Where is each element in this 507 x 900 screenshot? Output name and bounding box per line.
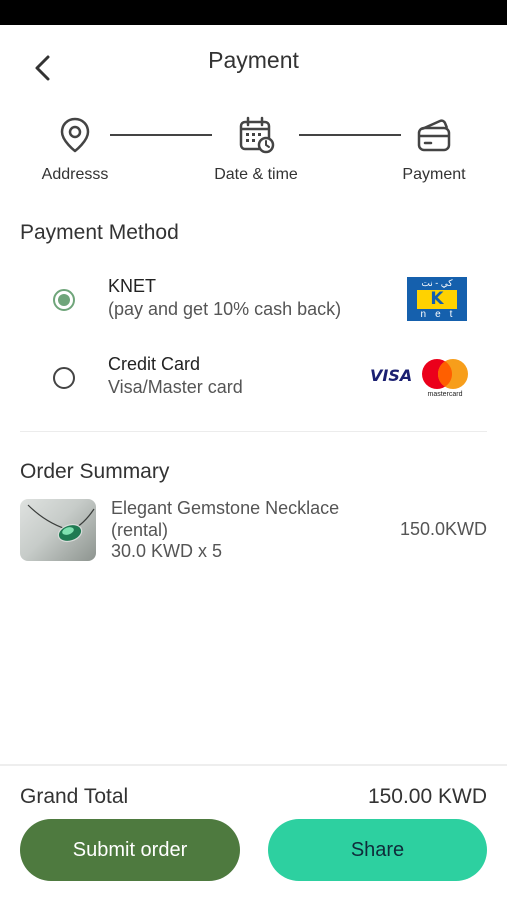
step-payment[interactable]: Payment [374, 110, 494, 184]
product-name: Elegant Gemstone Necklace (rental) [111, 498, 340, 540]
knet-logo-bottom-text: net [420, 309, 462, 320]
product-quantity: 30.0 KWD x 5 [111, 541, 223, 561]
step-label: Addresss [41, 166, 109, 183]
knet-logo: كي - نت K net [407, 277, 467, 321]
checkout-stepper: Addresss Date & time Payment [0, 110, 507, 190]
payment-method-title: Payment Method [20, 221, 179, 244]
grand-total-value: 150.00 KWD [367, 785, 487, 808]
visa-logo: VISA [370, 366, 413, 385]
section-divider [20, 431, 487, 432]
step-address[interactable]: Addresss [15, 110, 135, 184]
option-title: Credit Card [108, 354, 201, 374]
product-price: 150.0KWD [400, 519, 488, 539]
payment-option-knet[interactable]: KNET (pay and get 10% cash back) كي - نت… [0, 276, 507, 326]
step-date-time[interactable]: Date & time [196, 110, 316, 184]
share-button[interactable]: Share [268, 819, 487, 881]
header: Payment [0, 25, 507, 100]
location-pin-icon [60, 117, 90, 153]
option-subtitle: (pay and get 10% cash back) [108, 299, 342, 319]
product-image [20, 499, 96, 561]
payment-option-credit-card[interactable]: Credit Card Visa/Master card VISA master… [0, 354, 507, 404]
grand-total-label: Grand Total [20, 785, 129, 808]
order-item: Elegant Gemstone Necklace (rental) 30.0 … [0, 496, 507, 566]
order-summary-title: Order Summary [20, 460, 170, 483]
option-subtitle: Visa/Master card [108, 377, 243, 397]
calendar-clock-icon [239, 116, 275, 154]
step-label: Payment [402, 166, 466, 183]
footer-divider [0, 764, 507, 766]
wallet-icon [417, 119, 451, 152]
mastercard-wordmark: mastercard [427, 391, 463, 398]
status-bar [0, 0, 507, 25]
option-title: KNET [108, 276, 157, 296]
knet-radio[interactable] [53, 289, 75, 311]
knet-logo-letter: K [417, 290, 457, 309]
mastercard-logo [422, 359, 468, 389]
page-title: Payment [208, 47, 299, 73]
submit-order-button[interactable]: Submit order [20, 819, 240, 881]
step-label: Date & time [214, 166, 298, 183]
credit-card-radio[interactable] [53, 367, 75, 389]
